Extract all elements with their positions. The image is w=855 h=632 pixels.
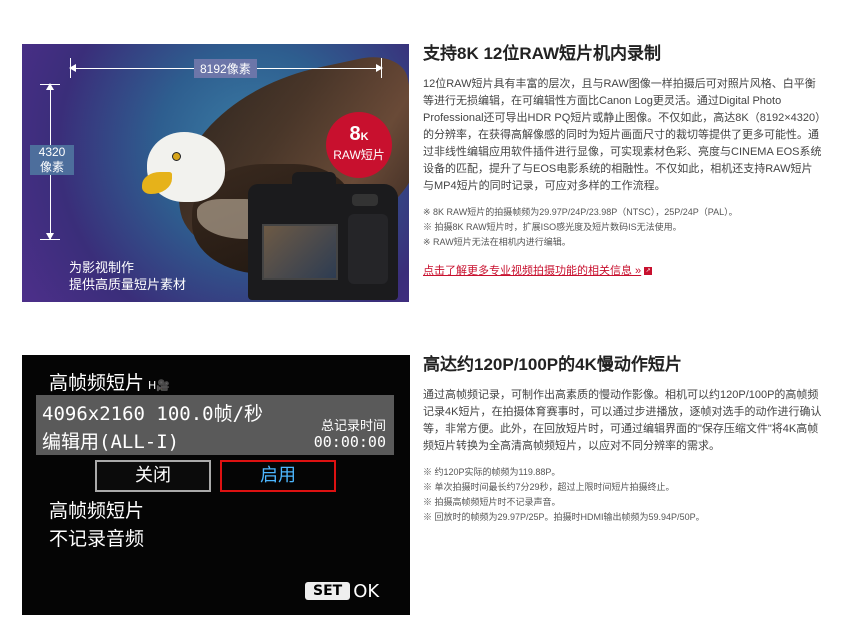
camera-grip	[348, 214, 388, 284]
8k-raw-badge: 8K RAW短片	[326, 112, 392, 178]
notes-list: ※ 8K RAW短片的拍摄帧频为29.97P/24P/23.98P（NTSC），…	[423, 205, 823, 250]
description-line-1: 高帧频短片	[49, 500, 145, 522]
section-paragraph: 通过高帧频记录，可制作出高素质的慢动作影像。相机可以约120P/100P的高帧频…	[423, 389, 822, 452]
menu-title-text: 高帧频短片	[49, 372, 145, 394]
height-value: 4320	[38, 145, 66, 159]
learn-more-link[interactable]: 点击了解更多专业视频拍摄功能的相关信息 » ↗	[423, 262, 653, 278]
camera-dial	[352, 194, 378, 206]
camera-body	[248, 172, 398, 300]
external-link-icon[interactable]: ↗	[644, 267, 653, 276]
note-item: ※ RAW短片无法在相机内进行编辑。	[423, 237, 571, 247]
caption-line-1: 为影视制作	[69, 260, 135, 275]
total-rec-time: 00:00:00	[313, 433, 386, 451]
set-ok-button[interactable]: SET OK	[305, 579, 379, 603]
camera-screen	[262, 224, 338, 280]
set-label[interactable]: SET	[305, 582, 351, 600]
section-title: 高达约120P/100P的4K慢动作短片	[423, 355, 682, 374]
resolution-framerate: 4096x2160 100.0帧/秒	[42, 403, 264, 425]
section-paragraph: 12位RAW短片具有丰富的层次，且与RAW图像一样拍摄后可对照片风格、白平衡等进…	[423, 78, 822, 192]
ok-label[interactable]: OK	[353, 581, 379, 602]
notes-list: ※ 约120P实际的帧频为119.88P。 ※ 单次拍摄时间最长约7分29秒，超…	[423, 465, 823, 525]
note-item: ※ 8K RAW短片的拍摄帧频为29.97P/24P/23.98P（NTSC），…	[423, 207, 738, 217]
option-description: 高帧频短片 不记录音频	[49, 497, 144, 553]
compression-mode: 编辑用(ALL-I)	[42, 431, 180, 453]
badge-number: 8	[349, 123, 361, 145]
hfr-movie-icon: H🎥	[148, 379, 170, 392]
hfr-menu-screen: 高帧频短片 H🎥 4096x2160 100.0帧/秒 编辑用(ALL-I) 总记…	[22, 355, 410, 615]
caption-line-2: 提供高质量短片素材	[69, 277, 187, 292]
note-item: ※ 单次拍摄时间最长约7分29秒，超过上限时间短片拍摄终止。	[423, 482, 675, 492]
section-8k-raw: 支持8K 12位RAW短片机内录制 12位RAW短片具有丰富的层次，且与RAW图…	[423, 44, 823, 279]
eagle-eye	[172, 152, 181, 161]
note-item: ※ 约120P实际的帧频为119.88P。	[423, 467, 561, 477]
image-caption: 为影视制作 提供高质量短片素材	[69, 259, 186, 293]
note-item: ※ 拍摄8K RAW短片时，扩展ISO感光度及短片数码IS无法使用。	[423, 222, 682, 232]
height-unit: 像素	[39, 160, 64, 174]
learn-more-link-text[interactable]: 点击了解更多专业视频拍摄功能的相关信息 »	[423, 265, 641, 277]
note-item: ※ 拍摄高帧频短片时不记录声音。	[423, 497, 561, 507]
eagle-8k-raw-image: 8192像素 4320 像素 8K RAW短片 为影视制作 提供高质量短片素材	[22, 44, 409, 302]
section-4k-slowmo: 高达约120P/100P的4K慢动作短片 通过高帧频记录，可制作出高素质的慢动作…	[423, 355, 823, 525]
badge-k: K	[360, 131, 369, 143]
section-title: 支持8K 12位RAW短片机内录制	[423, 44, 662, 63]
width-label: 8192像素	[194, 59, 257, 78]
badge-8k: 8K	[326, 123, 392, 148]
note-item: ※ 回放时的帧频为29.97P/25P。拍摄时HDMI输出帧频为59.94P/5…	[423, 512, 705, 522]
camera-viewfinder	[292, 172, 336, 202]
height-label: 4320 像素	[30, 145, 74, 175]
description-line-2: 不记录音频	[49, 528, 145, 550]
total-rec-time-label: 总记录时间	[320, 419, 386, 434]
menu-info-panel: 4096x2160 100.0帧/秒 编辑用(ALL-I) 总记录时间 00:0…	[36, 395, 394, 455]
badge-text: RAW短片	[333, 148, 385, 162]
option-enable[interactable]: 启用	[220, 460, 336, 492]
menu-title: 高帧频短片 H🎥	[49, 368, 170, 395]
option-disable[interactable]: 关闭	[95, 460, 211, 492]
